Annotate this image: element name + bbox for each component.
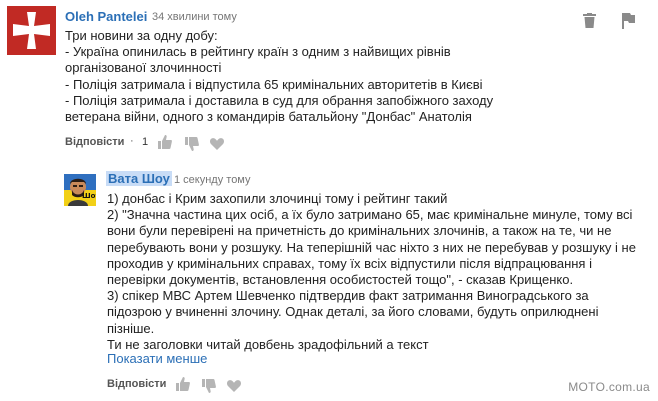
reply-avatar[interactable]: Шоу — [64, 174, 96, 206]
like-count: 1 — [142, 136, 149, 148]
thumbs-up-icon[interactable] — [158, 135, 172, 154]
reply-author[interactable]: Вата Шоу — [106, 171, 172, 186]
show-less-link[interactable]: Показати менше — [107, 351, 207, 366]
reply-timestamp[interactable]: 1 секунду тому — [174, 174, 251, 186]
heart-icon[interactable] — [210, 137, 224, 155]
face-icon — [68, 178, 88, 206]
comment-text: Три новини за одну добу: - Україна опини… — [65, 28, 494, 125]
site-watermark: MOTO.com.ua — [568, 380, 650, 394]
thumbs-down-icon[interactable] — [202, 379, 216, 398]
comment-thread: Oleh Pantelei 34 хвилини тому Три новини… — [0, 0, 658, 170]
thumbs-down-icon[interactable] — [185, 137, 199, 156]
avatar-caption: Шоу — [82, 192, 96, 200]
cross-emblem-icon — [7, 6, 56, 55]
comment-author[interactable]: Oleh Pantelei — [65, 9, 147, 24]
reply-text-container: 1) донбас і Крим захопили злочинці тому … — [107, 193, 652, 357]
reply-button[interactable]: Відповісти — [65, 136, 124, 148]
thumbs-up-icon[interactable] — [176, 377, 190, 396]
comment-timestamp[interactable]: 34 хвилини тому — [152, 11, 237, 23]
reply-reply-button[interactable]: Відповісти — [107, 378, 166, 390]
separator-dot: · — [130, 135, 134, 147]
reply-text: 1) донбас і Крим захопили злочинці тому … — [107, 193, 636, 352]
avatar[interactable] — [7, 6, 56, 55]
heart-icon[interactable] — [227, 379, 241, 397]
